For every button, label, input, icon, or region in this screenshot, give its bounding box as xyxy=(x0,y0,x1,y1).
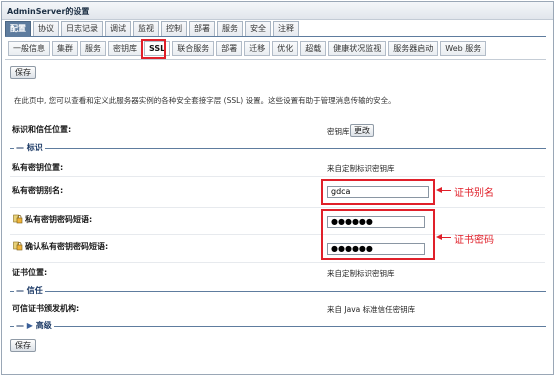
lock-icon xyxy=(13,214,23,224)
subtab-web-services[interactable]: Web 服务 xyxy=(440,41,487,56)
identity-section-title: — 标识 xyxy=(14,142,45,153)
alias-arrow-line xyxy=(441,190,451,191)
private-key-passphrase-label: 私有密钥密码短语: xyxy=(25,215,93,224)
private-key-location-value: 来自定制标识密钥库 xyxy=(327,164,395,173)
password-highlight-box xyxy=(321,209,435,260)
save-button-top[interactable]: 保存 xyxy=(10,66,36,79)
subtab-health-monitoring[interactable]: 健康状况监视 xyxy=(328,41,387,56)
advanced-section-rule xyxy=(10,326,546,327)
window-title: AdminServer的设置 xyxy=(7,7,90,16)
subtab-services[interactable]: 服务 xyxy=(80,41,106,56)
subtab-deployment[interactable]: 部署 xyxy=(216,41,243,56)
secondary-tab-divider xyxy=(5,59,546,60)
tab-protocols[interactable]: 协议 xyxy=(33,21,59,36)
tab-monitoring[interactable]: 监视 xyxy=(133,21,159,36)
certificate-location-label: 证书位置: xyxy=(12,268,48,277)
expand-triangle-icon: ▶ xyxy=(26,321,33,330)
subtab-keystores[interactable]: 密钥库 xyxy=(108,41,142,56)
row-divider xyxy=(10,207,545,208)
subtab-server-start[interactable]: 服务器启动 xyxy=(388,41,439,56)
subtab-general[interactable]: 一般信息 xyxy=(8,41,50,56)
tab-debug[interactable]: 调试 xyxy=(105,21,131,36)
alias-annotation: 证书别名 xyxy=(454,188,494,199)
trust-section-title-text: 信任 xyxy=(26,286,43,295)
tab-control[interactable]: 控制 xyxy=(161,21,187,36)
advanced-section-title-text: 高级 xyxy=(35,321,52,330)
subtab-tuning[interactable]: 优化 xyxy=(272,41,299,56)
subtab-overload[interactable]: 超载 xyxy=(300,41,327,56)
row-divider xyxy=(10,176,545,177)
trust-section-title: — 信任 xyxy=(14,285,45,296)
tab-logging[interactable]: 日志记录 xyxy=(61,21,103,36)
identity-section-rule xyxy=(10,148,546,149)
save-button-bottom[interactable]: 保存 xyxy=(10,339,36,352)
trusted-ca-label: 可信证书颁发机构: xyxy=(12,304,80,313)
ssl-tab-highlight xyxy=(141,39,166,59)
subtab-migration[interactable]: 迁移 xyxy=(244,41,271,56)
advanced-section-toggle[interactable]: — ▶ 高级 xyxy=(14,320,54,331)
password-arrow-line xyxy=(441,237,451,238)
identity-trust-location-value: 密钥库 xyxy=(327,127,350,136)
page-description: 在此页中, 您可以查看和定义此服务器实例的各种安全套接字层 (SSL) 设置。这… xyxy=(14,96,396,105)
password-annotation: 证书密码 xyxy=(454,235,494,246)
private-key-alias-label: 私有密钥别名: xyxy=(12,186,64,195)
trusted-ca-value: 来自 Java 标准信任密钥库 xyxy=(327,305,416,314)
tab-deployments[interactable]: 部署 xyxy=(189,21,215,36)
tab-config[interactable]: 配置 xyxy=(5,21,31,36)
primary-tab-divider xyxy=(5,36,546,37)
primary-tab-bar: 配置 协议 日志记录 调试 监视 控制 部署 服务 安全 注释 xyxy=(5,21,301,36)
tab-security[interactable]: 安全 xyxy=(245,21,271,36)
lock-icon xyxy=(13,241,23,251)
trust-section-rule xyxy=(10,291,546,292)
secondary-tab-bar: 一般信息 集群 服务 密钥库 SSL 联合服务 部署 迁移 优化 超载 健康状况… xyxy=(8,41,488,56)
identity-trust-location-label: 标识和信任位置: xyxy=(12,125,72,134)
tab-notes[interactable]: 注释 xyxy=(273,21,299,36)
tab-services[interactable]: 服务 xyxy=(217,21,243,36)
row-divider xyxy=(10,262,545,263)
certificate-location-value: 来自定制标识密钥库 xyxy=(327,269,395,278)
change-button[interactable]: 更改 xyxy=(350,124,374,137)
title-bar: AdminServer的设置 xyxy=(2,2,553,20)
subtab-federation-services[interactable]: 联合服务 xyxy=(172,41,215,56)
private-key-location-label: 私有密钥位置: xyxy=(12,163,64,172)
identity-section-title-text: 标识 xyxy=(26,143,43,152)
alias-highlight-box xyxy=(321,179,435,205)
subtab-cluster[interactable]: 集群 xyxy=(52,41,78,56)
confirm-private-key-passphrase-label: 确认私有密钥密码短语: xyxy=(25,242,109,251)
